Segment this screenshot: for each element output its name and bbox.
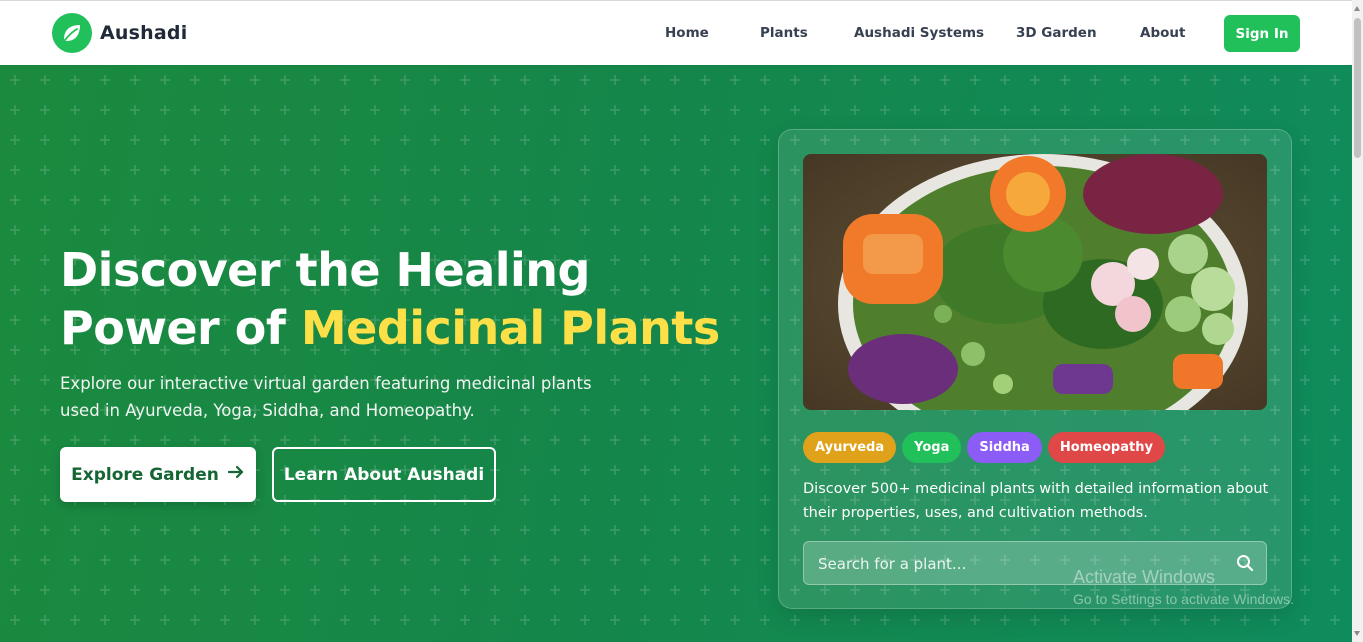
learn-about-label: Learn About Aushadi <box>283 464 485 485</box>
scroll-down-arrow-icon[interactable] <box>1354 631 1360 636</box>
hero-title-line1: Discover the Healing <box>60 243 590 297</box>
navbar: Aushadi Home Plants Aushadi Systems 3D G… <box>0 1 1352 65</box>
nav-aushadi-systems[interactable]: Aushadi Systems <box>854 25 984 41</box>
windows-activation-watermark: Activate Windows Go to Settings to activ… <box>1073 567 1294 611</box>
card-description-line1: Discover 500+ medicinal plants with deta… <box>803 481 1269 497</box>
nav-about[interactable]: About <box>1140 25 1185 41</box>
hero-title: Discover the Healing Power of Medicinal … <box>60 241 720 357</box>
learn-about-button[interactable]: Learn About Aushadi <box>272 447 496 502</box>
watermark-subtitle: Go to Settings to activate Windows. <box>1073 591 1294 607</box>
hero-section: Discover the Healing Power of Medicinal … <box>0 65 1352 642</box>
nav-3d-garden[interactable]: 3D Garden <box>1016 25 1097 41</box>
featured-card: Ayurveda Yoga Siddha Homeopathy Discover… <box>778 129 1292 609</box>
card-description-line2: their properties, uses, and cultivation … <box>803 505 1148 521</box>
nav-links: Home Plants Aushadi Systems 3D Garden Ab… <box>0 1 1352 65</box>
nav-plants[interactable]: Plants <box>760 25 808 41</box>
watermark-title: Activate Windows <box>1073 567 1216 587</box>
explore-garden-label: Explore Garden <box>71 464 219 485</box>
nav-home[interactable]: Home <box>665 25 709 41</box>
card-description: Discover 500+ medicinal plants with deta… <box>803 477 1273 525</box>
salad-image <box>803 154 1267 410</box>
hero-title-highlight: Medicinal Plants <box>300 301 720 355</box>
tag-yoga[interactable]: Yoga <box>902 432 962 463</box>
tag-ayurveda[interactable]: Ayurveda <box>803 432 897 463</box>
explore-garden-button[interactable]: Explore Garden <box>60 447 256 502</box>
arrow-right-icon <box>227 463 245 486</box>
hero-subtitle-line1: Explore our interactive virtual garden f… <box>60 374 592 393</box>
tag-homeopathy[interactable]: Homeopathy <box>1047 432 1165 463</box>
scrollbar-thumb[interactable] <box>1354 18 1361 158</box>
tag-list: Ayurveda Yoga Siddha Homeopathy <box>803 432 1165 463</box>
tag-siddha[interactable]: Siddha <box>967 432 1042 463</box>
page-scrollbar[interactable] <box>1352 0 1363 642</box>
hero-subtitle: Explore our interactive virtual garden f… <box>60 370 600 424</box>
hero-subtitle-line2: used in Ayurveda, Yoga, Siddha, and Home… <box>60 401 475 420</box>
hero-title-prefix: Power of <box>60 301 301 355</box>
signin-button[interactable]: Sign In <box>1224 15 1300 52</box>
scroll-up-arrow-icon[interactable] <box>1354 6 1360 11</box>
